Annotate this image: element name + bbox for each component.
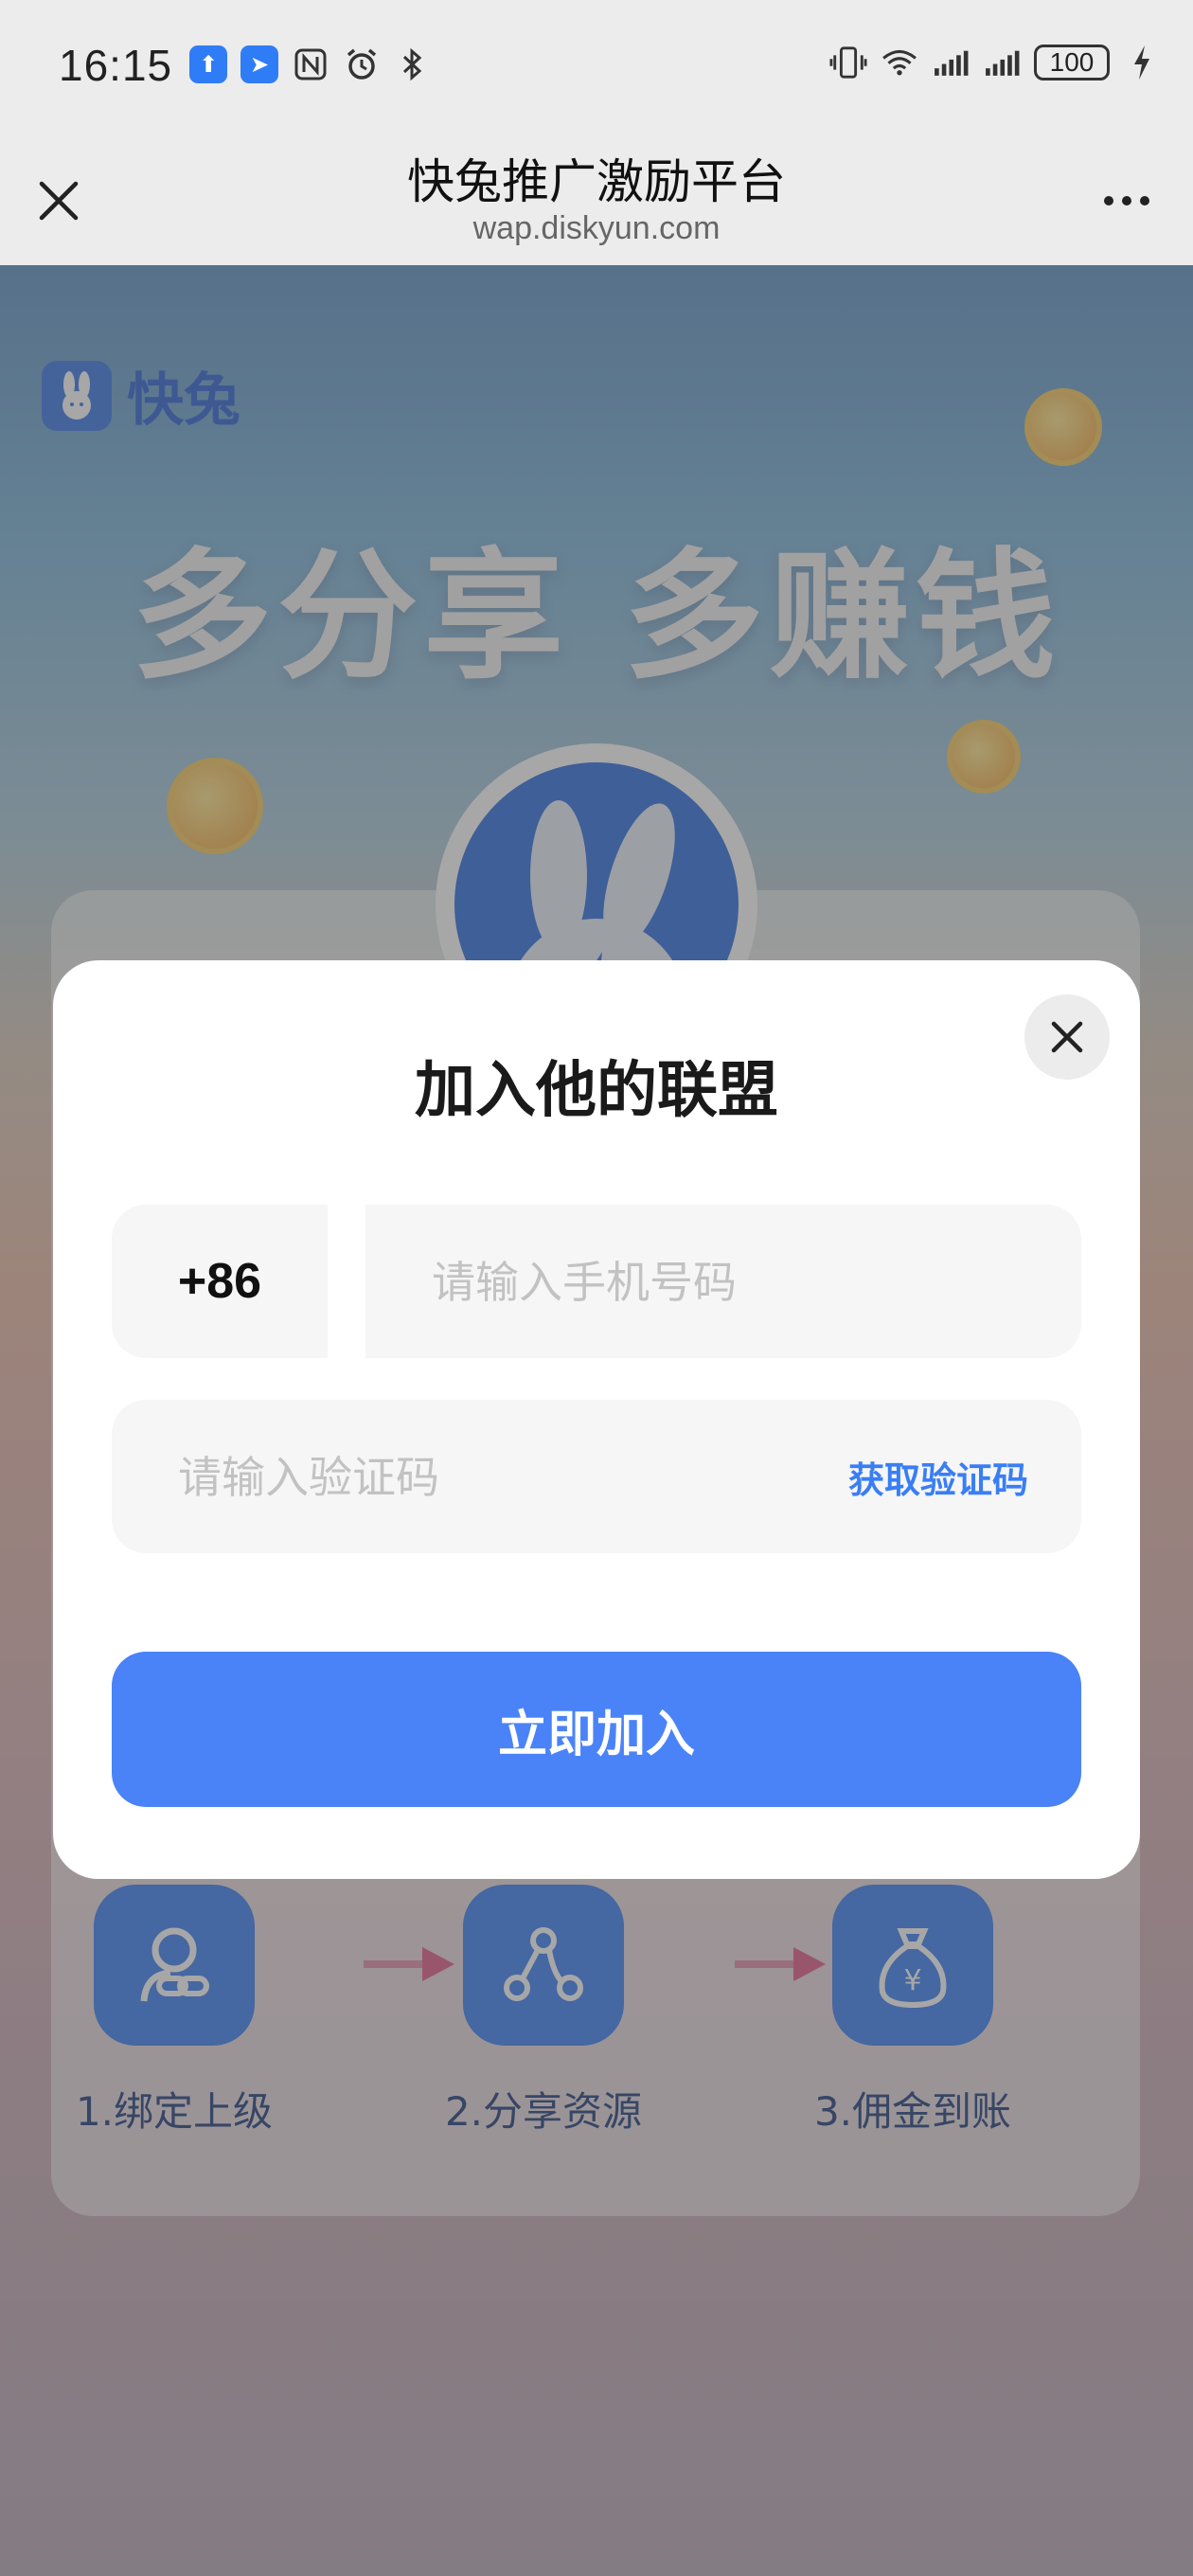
wifi-icon <box>881 44 918 81</box>
charging-icon <box>1123 44 1161 81</box>
nfc-icon <box>292 45 329 83</box>
join-now-button[interactable]: 立即加入 <box>112 1652 1081 1807</box>
phone-field-container <box>365 1205 1081 1360</box>
more-icon <box>1104 196 1113 206</box>
battery-level: 100 <box>1049 47 1095 77</box>
code-field-container: 获取验证码 <box>112 1400 1081 1555</box>
page-url: wap.diskyun.com <box>472 210 721 246</box>
verification-code-input[interactable] <box>176 1400 824 1555</box>
alarm-icon <box>343 45 381 83</box>
vibrate-icon <box>829 44 867 81</box>
dialog-title: 加入他的联盟 <box>415 1056 778 1126</box>
status-time: 16:15 <box>59 41 173 90</box>
country-code-selector[interactable]: +86 <box>112 1205 328 1358</box>
upload-app-icon: ⬆ <box>189 45 227 83</box>
browser-header: 快兔推广激励平台 wap.diskyun.com <box>0 133 1193 265</box>
notification-icons: ⬆ ➤ <box>189 45 432 83</box>
join-alliance-dialog: 加入他的联盟 +86 获取验证码 立即加入 <box>53 960 1140 1879</box>
phone-input[interactable] <box>430 1205 1059 1360</box>
direction-app-icon: ➤ <box>240 45 278 83</box>
more-options-button[interactable] <box>1089 170 1165 231</box>
system-icons: 100 <box>829 44 1161 81</box>
status-bar: 16:15 ⬆ ➤ 100 <box>0 0 1193 133</box>
page-title: 快兔推广激励平台 <box>407 154 786 209</box>
bluetooth-icon <box>394 45 432 83</box>
battery-icon: 100 <box>1034 45 1110 80</box>
get-code-button[interactable]: 获取验证码 <box>848 1400 1028 1553</box>
signal-icon <box>932 44 970 81</box>
signal-icon <box>983 44 1021 81</box>
